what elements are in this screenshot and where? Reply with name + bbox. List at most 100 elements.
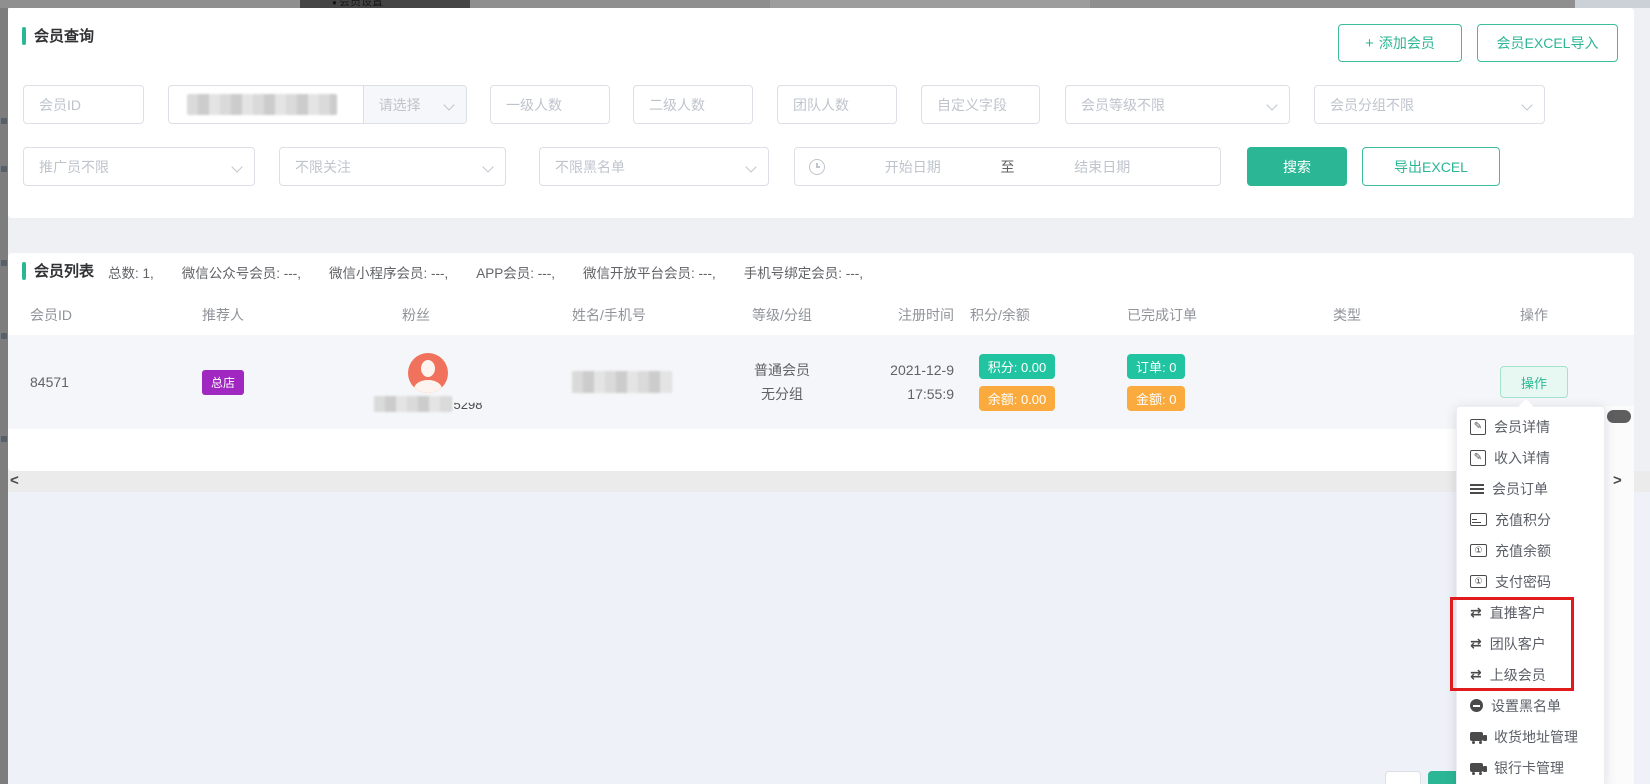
fan-name: 5298 (374, 396, 483, 412)
menu-item-shipping-address[interactable]: 收货地址管理 (1457, 721, 1604, 752)
add-member-label: 添加会员 (1379, 33, 1435, 53)
col-completed-orders: 已完成订单 (1072, 305, 1252, 325)
chevron-down-icon (482, 161, 493, 172)
col-fans: 粉丝 (357, 305, 527, 325)
member-level: 普通会员 (712, 358, 852, 382)
top-sliver-right-segment (1575, 0, 1650, 8)
sliver-icon-mark (1, 260, 7, 266)
member-group-value: 会员分组不限 (1315, 95, 1414, 115)
orders-badge: 订单: 0 (1127, 354, 1185, 379)
menu-item-income-detail[interactable]: 收入详情 (1457, 442, 1604, 473)
redacted-blur (572, 371, 672, 393)
stat-app: APP会员: ---, (476, 262, 555, 282)
clock-icon (809, 159, 825, 175)
date-separator: 至 (1001, 157, 1015, 177)
scrollbar-track[interactable] (1604, 406, 1634, 784)
balance-badge: 余额: 0.00 (979, 386, 1056, 411)
member-id-input[interactable]: 会员ID (23, 85, 144, 124)
add-member-button[interactable]: 添加会员 (1338, 24, 1462, 62)
table-header-row: 会员ID 推荐人 粉丝 姓名/手机号 等级/分组 注册时间 积分/余额 已完成订… (8, 295, 1634, 335)
menu-item-pay-password[interactable]: 支付密码 (1457, 566, 1604, 597)
card-icon (1470, 513, 1487, 526)
cell-actions: 操作 (1442, 366, 1626, 398)
keyword-type-value: 请选择 (364, 95, 421, 115)
avatar[interactable] (408, 353, 448, 393)
menu-item-member-detail[interactable]: 会员详情 (1457, 411, 1604, 442)
follow-value: 不限关注 (280, 157, 351, 177)
register-date: 2021-12-9 (852, 358, 954, 382)
search-button[interactable]: 搜索 (1247, 147, 1347, 186)
row-action-button[interactable]: 操作 (1500, 366, 1568, 398)
banknote-icon (1470, 544, 1487, 557)
export-excel-button[interactable]: 导出EXCEL (1362, 147, 1500, 186)
horizontal-scroll-band[interactable] (8, 471, 1650, 492)
sliver-icon-mark (1, 436, 7, 442)
member-group: 无分组 (712, 382, 852, 406)
redacted-blur (187, 94, 337, 115)
referrer-badge: 总店 (202, 370, 244, 395)
member-stats-line: 总数: 1, 微信公众号会员: ---, 微信小程序会员: ---, APP会员… (108, 262, 863, 282)
top-window-sliver: 会员设置 (0, 0, 1650, 8)
menu-item-recharge-points[interactable]: 充值积分 (1457, 504, 1604, 535)
lower-empty-area (8, 492, 1650, 784)
member-group-select[interactable]: 会员分组不限 (1314, 85, 1545, 124)
team-count-placeholder: 团队人数 (778, 95, 849, 115)
excel-import-label: 会员EXCEL导入 (1497, 33, 1599, 53)
promoter-select[interactable]: 推广员不限 (23, 147, 255, 186)
level1-count-input[interactable]: 一级人数 (490, 85, 610, 124)
menu-item-label: 会员详情 (1494, 417, 1550, 437)
edit-icon (1470, 419, 1486, 435)
col-actions: 操作 (1442, 305, 1626, 325)
member-level-select[interactable]: 会员等级不限 (1065, 85, 1290, 124)
date-range-picker[interactable]: 开始日期 至 结束日期 (794, 147, 1221, 186)
cell-fans: 5298 (357, 353, 527, 412)
custom-field-input[interactable]: 自定义字段 (921, 85, 1040, 124)
scrollbar-thumb[interactable] (1607, 410, 1631, 423)
cell-referrer: 总店 (172, 370, 357, 395)
col-register-time: 注册时间 (852, 305, 962, 325)
follow-select[interactable]: 不限关注 (279, 147, 506, 186)
menu-item-set-blacklist[interactable]: 设置黑名单 (1457, 690, 1604, 721)
scroll-left-arrow[interactable]: < (10, 472, 19, 489)
section-accent-bar (22, 27, 26, 45)
amount-badge: 金额: 0 (1127, 386, 1185, 411)
stat-total: 总数: 1, (108, 262, 154, 282)
member-search-card: 会员查询 添加会员 会员EXCEL导入 会员ID 请选择 一级人数 二级人数 (8, 8, 1634, 218)
edit-icon (1470, 450, 1486, 466)
stat-wechat-official: 微信公众号会员: ---, (182, 262, 301, 282)
cell-completed-orders: 订单: 0 金额: 0 (1072, 354, 1252, 411)
clipped-menu-text: 会员设置 (332, 0, 383, 8)
keyword-input[interactable] (169, 86, 363, 123)
col-type: 类型 (1252, 305, 1442, 325)
register-time: 17:55:9 (852, 382, 954, 406)
blacklist-select[interactable]: 不限黑名单 (539, 147, 769, 186)
fan-name-fragment: 5298 (454, 397, 483, 412)
sliver-icon-mark (1, 118, 7, 124)
menu-item-bank-card[interactable]: 银行卡管理 (1457, 752, 1604, 783)
member-id-placeholder: 会员ID (24, 95, 81, 115)
scroll-right-arrow[interactable]: > (1613, 472, 1622, 489)
list-card-title: 会员列表 (34, 260, 94, 281)
member-list-card: 会员列表 总数: 1, 微信公众号会员: ---, 微信小程序会员: ---, … (8, 253, 1634, 471)
sliver-icon-mark (1, 166, 7, 172)
action-dropdown-menu: 会员详情 收入详情 会员订单 充值积分 充值余额 支付密码 直推客户 团队客户 (1456, 406, 1605, 784)
chevron-down-icon (1266, 99, 1277, 110)
keyword-type-select[interactable]: 请选择 (363, 86, 466, 123)
level2-count-input[interactable]: 二级人数 (633, 85, 753, 124)
excel-import-button[interactable]: 会员EXCEL导入 (1477, 24, 1618, 62)
col-referrer: 推荐人 (172, 305, 357, 325)
bankcard-icon (1470, 763, 1483, 772)
fan-block: 5298 (363, 353, 493, 412)
points-badge: 积分: 0.00 (979, 354, 1056, 379)
cell-level-group: 普通会员 无分组 (712, 358, 852, 406)
member-admin-page: 会员设置 会员查询 添加会员 会员EXCEL导入 会员ID 请选择 (0, 0, 1650, 784)
menu-item-recharge-balance[interactable]: 充值余额 (1457, 535, 1604, 566)
top-sliver-dark-segment (300, 0, 470, 8)
cell-member-id: 84571 (22, 374, 172, 390)
cut-button-light[interactable] (1385, 771, 1421, 784)
col-member-id: 会员ID (22, 305, 172, 325)
team-count-input[interactable]: 团队人数 (777, 85, 897, 124)
menu-item-member-orders[interactable]: 会员订单 (1457, 473, 1604, 504)
cell-register-time: 2021-12-9 17:55:9 (852, 358, 962, 406)
blacklist-value: 不限黑名单 (540, 157, 625, 177)
